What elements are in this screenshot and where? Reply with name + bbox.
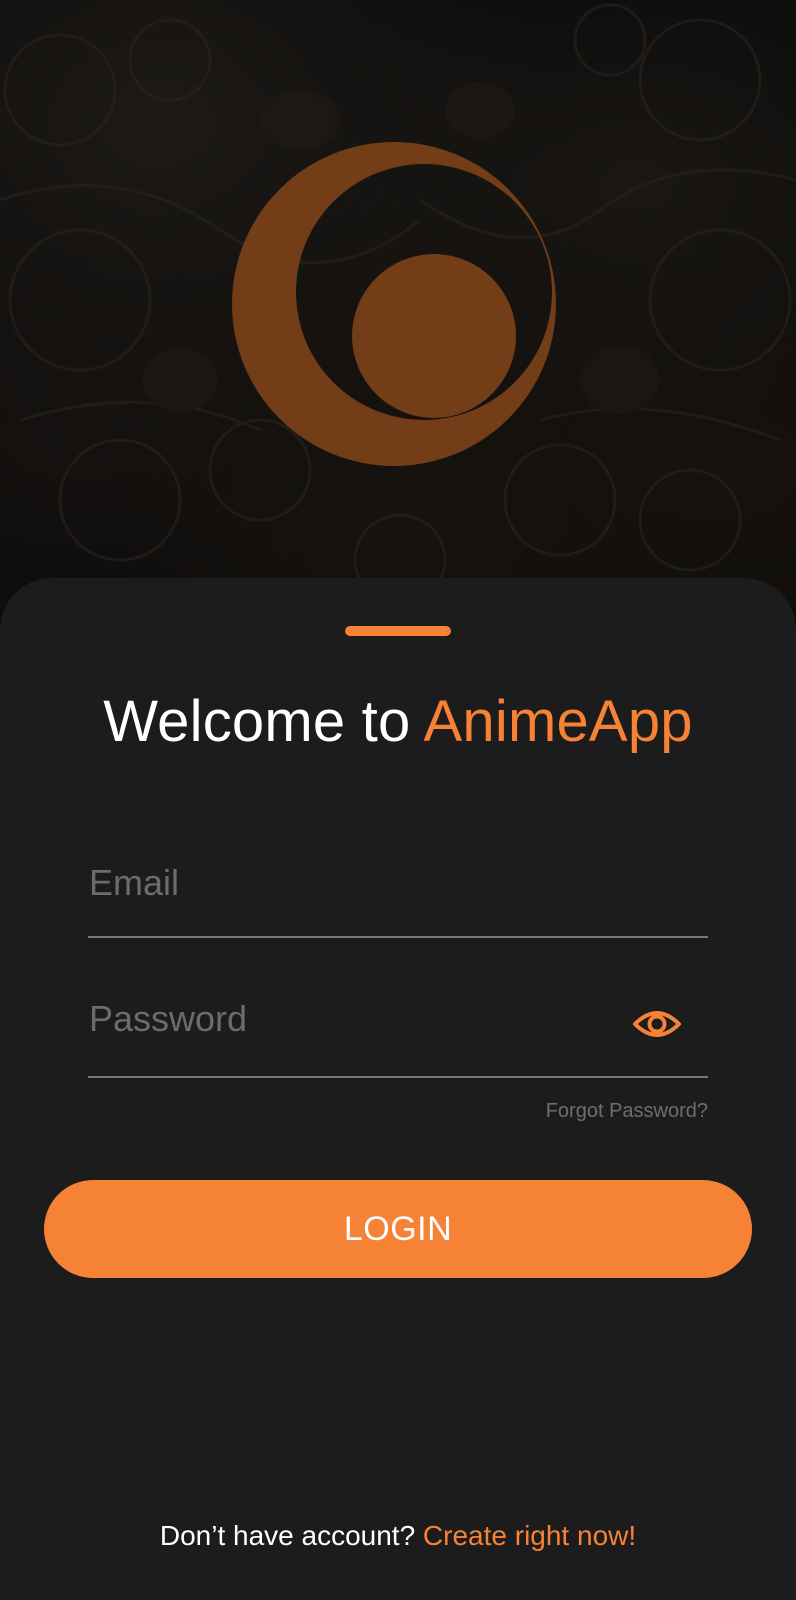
crescent-circle-logo	[232, 142, 556, 466]
app-name: AnimeApp	[423, 689, 693, 754]
signup-prompt: Don’t have account? Create right now!	[0, 1520, 796, 1552]
hero-background	[0, 0, 796, 620]
password-placeholder: Password	[89, 998, 248, 1039]
forgot-password-link[interactable]: Forgot Password?	[546, 1100, 708, 1123]
sheet-drag-handle[interactable]	[345, 626, 451, 636]
eye-icon[interactable]	[632, 1004, 682, 1044]
password-field[interactable]: Password	[88, 990, 708, 1078]
signup-prompt-text: Don’t have account?	[159, 1520, 423, 1551]
login-button[interactable]: LOGIN	[44, 1180, 752, 1278]
email-field[interactable]: Email	[88, 854, 708, 938]
email-placeholder: Email	[89, 862, 180, 903]
welcome-title: Welcome to AnimeApp	[0, 688, 796, 755]
welcome-prefix: Welcome to	[103, 689, 424, 754]
login-screen: Welcome to AnimeApp Email Password Forgo…	[0, 0, 796, 1600]
create-account-link[interactable]: Create right now!	[423, 1520, 636, 1551]
